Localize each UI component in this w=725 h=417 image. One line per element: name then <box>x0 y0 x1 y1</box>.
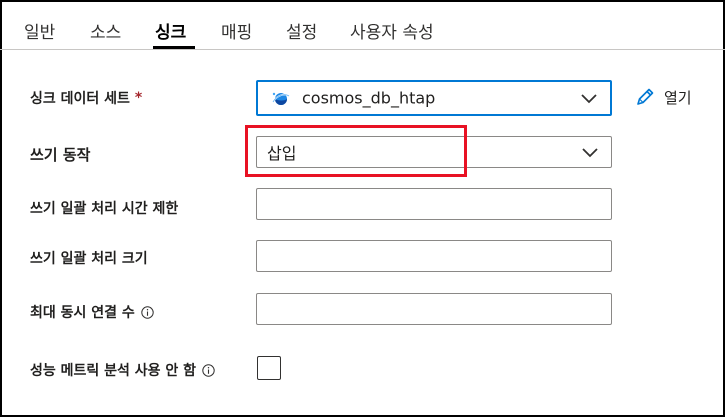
max-concurrent-connections-label: 최대 동시 연결 수 <box>30 302 154 322</box>
tab-bar: 일반 소스 싱크 매핑 설정 사용자 속성 <box>0 0 725 50</box>
write-batch-timeout-input[interactable] <box>256 188 612 220</box>
max-concurrent-connections-label-text: 최대 동시 연결 수 <box>30 305 135 321</box>
tab-user-properties[interactable]: 사용자 속성 <box>350 18 434 43</box>
sink-dataset-value: cosmos_db_htap <box>302 88 436 108</box>
open-label: 열기 <box>664 88 692 107</box>
cosmos-db-icon <box>272 91 290 107</box>
write-behavior-select[interactable]: 삽입 <box>256 136 612 168</box>
info-icon[interactable] <box>141 305 154 319</box>
tab-general[interactable]: 일반 <box>24 18 55 43</box>
write-behavior-value: 삽입 <box>267 144 297 163</box>
write-batch-timeout-label: 쓰기 일괄 처리 시간 제한 <box>30 201 179 217</box>
performance-metrics-label-text: 성능 메트릭 분석 사용 안 함 <box>30 363 197 379</box>
tab-settings[interactable]: 설정 <box>286 18 317 43</box>
write-batch-size-label: 쓰기 일괄 처리 크기 <box>30 251 148 267</box>
sink-dataset-select[interactable]: cosmos_db_htap <box>256 80 612 116</box>
write-behavior-label: 쓰기 동작 <box>30 146 91 164</box>
open-button[interactable]: 열기 <box>634 86 692 108</box>
write-batch-size-input[interactable] <box>256 240 612 272</box>
chevron-down-icon <box>581 94 597 104</box>
sink-dataset-label-text: 싱크 데이터 세트 <box>30 91 130 107</box>
active-tab-indicator <box>153 46 195 49</box>
info-icon[interactable] <box>202 363 215 377</box>
tab-source[interactable]: 소스 <box>90 18 121 43</box>
chevron-down-icon <box>582 148 598 158</box>
max-concurrent-connections-input[interactable] <box>256 293 612 325</box>
sink-dataset-label: 싱크 데이터 세트 * <box>30 88 142 108</box>
performance-metrics-checkbox[interactable] <box>257 356 281 380</box>
required-mark: * <box>134 90 143 106</box>
tab-mapping[interactable]: 매핑 <box>221 18 252 43</box>
tab-sink[interactable]: 싱크 <box>155 18 186 43</box>
performance-metrics-label: 성능 메트릭 분석 사용 안 함 <box>30 360 215 380</box>
pencil-icon <box>637 88 654 105</box>
